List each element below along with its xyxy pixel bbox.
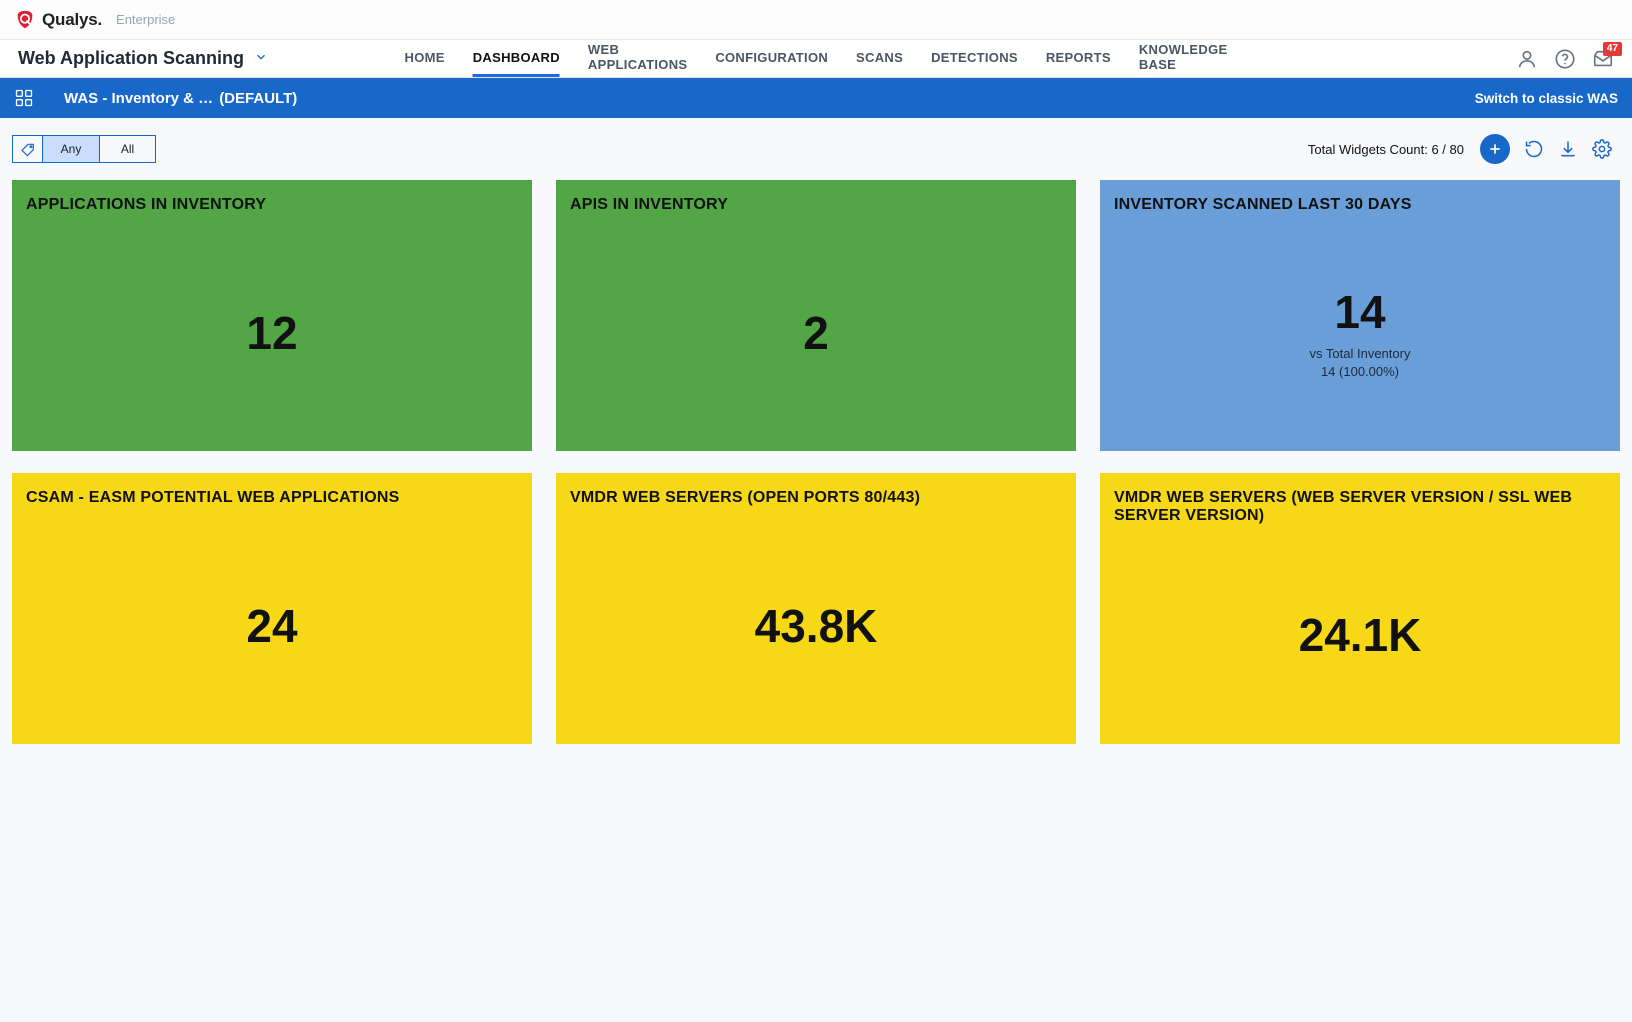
help-icon[interactable] [1554, 48, 1576, 70]
nav-item-configuration[interactable]: CONFIGURATION [715, 40, 828, 77]
widget-body: 24 [26, 507, 518, 744]
add-widget-button[interactable] [1480, 134, 1510, 164]
brand-logo[interactable]: Qualys Enterprise [14, 9, 175, 31]
nav-item-web-applications[interactable]: WEB APPLICATIONS [588, 40, 687, 77]
brand-tier: Enterprise [116, 12, 175, 27]
nav-item-home[interactable]: HOME [405, 40, 445, 77]
widget-value: 14 [1334, 285, 1385, 339]
widget-body: 12 [26, 214, 518, 451]
widget-count-label: Total Widgets Count: 6 / 80 [1308, 142, 1464, 157]
widget-subtext-line: vs Total Inventory [1310, 345, 1411, 363]
nav-item-detections[interactable]: DETECTIONS [931, 40, 1018, 77]
dashboard-header-bar: WAS - Inventory & … (DEFAULT) Switch to … [0, 78, 1632, 118]
widget-subtext: vs Total Inventory14 (100.00%) [1310, 345, 1411, 380]
widget-title: CSAM - EASM POTENTIAL WEB APPLICATIONS [26, 489, 518, 507]
widget-value: 24 [246, 599, 297, 653]
tag-filter: Any All [12, 135, 156, 163]
toolbar-icons [1480, 134, 1612, 164]
widget-value: 43.8K [755, 599, 878, 653]
qualys-shield-icon [14, 9, 36, 31]
widget-title: INVENTORY SCANNED LAST 30 DAYS [1114, 196, 1606, 214]
user-icon[interactable] [1516, 48, 1538, 70]
main-nav: HOME DASHBOARD WEB APPLICATIONS CONFIGURATI… [405, 40, 1228, 77]
widget-card[interactable]: APPLICATIONS IN INVENTORY 12 [12, 180, 532, 451]
nav-item-knowledge-base[interactable]: KNOWLEDGE BASE [1139, 40, 1228, 77]
nav-item-reports[interactable]: REPORTS [1046, 40, 1111, 77]
inbox-icon[interactable]: 47 [1592, 48, 1614, 70]
widget-title: VMDR WEB SERVERS (WEB SERVER VERSION / S… [1114, 489, 1606, 525]
nav-row: Web Application Scanning HOME DASHBOARD WE… [0, 40, 1632, 78]
nav-right-icons: 47 [1516, 48, 1614, 70]
widget-body: 43.8K [570, 507, 1062, 744]
widget-card[interactable]: CSAM - EASM POTENTIAL WEB APPLICATIONS 24 [12, 473, 532, 744]
download-icon[interactable] [1558, 139, 1578, 159]
dashboard-grid-icon[interactable] [14, 88, 34, 108]
notification-badge: 47 [1603, 42, 1622, 56]
widget-body: 2 [570, 214, 1062, 451]
app-switcher[interactable]: Web Application Scanning [18, 48, 268, 69]
switch-classic-link[interactable]: Switch to classic WAS [1475, 91, 1618, 106]
nav-item-dashboard[interactable]: DASHBOARD [473, 40, 560, 77]
widget-body: 14 vs Total Inventory14 (100.00%) [1114, 214, 1606, 451]
filter-all-button[interactable]: All [99, 136, 155, 162]
widget-title: APPLICATIONS IN INVENTORY [26, 196, 518, 214]
filter-any-button[interactable]: Any [43, 136, 99, 162]
widget-card[interactable]: VMDR WEB SERVERS (WEB SERVER VERSION / S… [1100, 473, 1620, 744]
nav-item-scans[interactable]: SCANS [856, 40, 903, 77]
chevron-down-icon [254, 48, 268, 69]
app-name: Web Application Scanning [18, 48, 244, 69]
dashboard-name[interactable]: WAS - Inventory & … [64, 90, 213, 107]
brand-name: Qualys [42, 10, 102, 30]
widget-body: 24.1K [1114, 525, 1606, 744]
widget-value: 2 [803, 306, 829, 360]
widget-grid: APPLICATIONS IN INVENTORY 12 APIS IN INVEN… [0, 174, 1632, 744]
gear-icon[interactable] [1592, 139, 1612, 159]
widget-card[interactable]: APIS IN INVENTORY 2 [556, 180, 1076, 451]
widget-title: APIS IN INVENTORY [570, 196, 1062, 214]
widget-value: 24.1K [1299, 608, 1422, 662]
widget-subtext-line: 14 (100.00%) [1310, 363, 1411, 381]
tag-icon[interactable] [13, 136, 43, 162]
widget-card[interactable]: INVENTORY SCANNED LAST 30 DAYS 14 vs Total… [1100, 180, 1620, 451]
widget-card[interactable]: VMDR WEB SERVERS (OPEN PORTS 80/443) 43.8… [556, 473, 1076, 744]
brand-bar: Qualys Enterprise [0, 0, 1632, 40]
refresh-icon[interactable] [1524, 139, 1544, 159]
widget-title: VMDR WEB SERVERS (OPEN PORTS 80/443) [570, 489, 1062, 507]
dashboard-default-label: (DEFAULT) [219, 90, 297, 107]
dashboard-toolbar: Any All Total Widgets Count: 6 / 80 [0, 118, 1632, 174]
widget-value: 12 [246, 306, 297, 360]
